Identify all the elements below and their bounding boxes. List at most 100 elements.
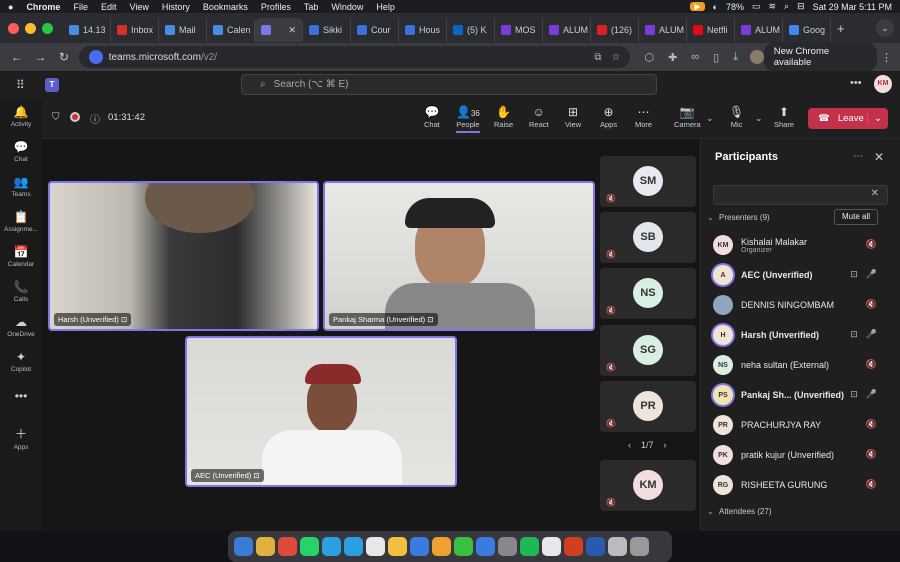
user-avatar[interactable]: KM — [874, 75, 892, 93]
browser-tab[interactable]: (126) — [591, 18, 639, 42]
participant-card[interactable]: KM 🔇 — [600, 460, 696, 511]
dock-app-icon[interactable] — [278, 537, 297, 556]
leave-button[interactable]: ☎ Leave ⌄ — [808, 108, 888, 129]
menu-profiles[interactable]: Profiles — [261, 2, 291, 12]
dock-app-icon[interactable] — [498, 537, 517, 556]
browser-tab[interactable]: (5) K — [447, 18, 495, 42]
control-center-icon[interactable]: ⊟ — [797, 1, 805, 12]
participant-card[interactable]: SM 🔇 — [600, 156, 696, 207]
browser-tab[interactable]: ALUM — [735, 18, 783, 42]
apps-button[interactable]: ⊕ Apps — [600, 105, 617, 129]
panel-more-icon[interactable]: ⋯ — [853, 151, 863, 162]
app-menu-chrome[interactable]: Chrome — [26, 2, 60, 12]
participant-row[interactable]: PK pratik kujur (Unverified) 🔇 — [713, 441, 893, 469]
raise-hand-button[interactable]: ✋ Raise — [494, 105, 513, 129]
minimize-window-button[interactable] — [25, 22, 36, 34]
leave-options-chevron-icon[interactable]: ⌄ — [867, 113, 888, 124]
participant-row[interactable]: DENNIS NINGOMBAM 🔇 — [713, 291, 893, 319]
browser-tab[interactable]: ✕ — [255, 18, 303, 42]
react-button[interactable]: ☺ React — [529, 105, 549, 129]
rail-item-onedrive[interactable]: ☁ OneDrive — [0, 309, 42, 344]
new-chrome-available-button[interactable]: New Chrome available — [763, 42, 877, 72]
tab-close-icon[interactable]: ✕ — [288, 25, 296, 36]
rail-item-calls[interactable]: 📞 Calls — [0, 274, 42, 309]
browser-tab[interactable]: ALUM — [639, 18, 687, 42]
participant-card[interactable]: NS 🔇 — [600, 268, 696, 319]
attendees-header[interactable]: Attendees (27) — [719, 507, 771, 516]
menu-window[interactable]: Window — [331, 2, 363, 12]
app-launcher-icon[interactable]: ⠿ — [16, 78, 25, 92]
participant-row[interactable]: KM Kishalai Malakar Organizer 🔇 — [713, 231, 893, 259]
participant-row[interactable]: PS Pankaj Sh... (Unverified) ⊡ 🎤 — [713, 381, 893, 409]
dock-app-icon[interactable] — [542, 537, 561, 556]
participant-row[interactable]: PR PRACHURJYA RAY 🔇 — [713, 411, 893, 439]
mic-muted-icon[interactable]: 🔇 — [866, 419, 877, 430]
mic-options-chevron-icon[interactable]: ⌄ — [755, 113, 763, 124]
screen-share-indicator-icon[interactable]: ▶ — [690, 2, 705, 11]
presenters-header[interactable]: Presenters (9) — [719, 213, 770, 222]
menu-help[interactable]: Help — [376, 2, 395, 12]
more-button[interactable]: ⋯ More — [635, 105, 652, 129]
attendees-collapse-icon[interactable]: ⌄ — [707, 507, 714, 516]
participant-card[interactable]: SG 🔇 — [600, 325, 696, 376]
mic-on-icon[interactable]: 🎤 — [866, 389, 877, 400]
browser-tab[interactable]: MOS — [495, 18, 543, 42]
dock-app-icon[interactable] — [256, 537, 275, 556]
page-prev-icon[interactable]: ‹ — [628, 440, 631, 450]
teams-search-input[interactable]: ⌕ Search (⌥ ⌘ E) — [241, 74, 657, 95]
browser-tab[interactable]: Netfli — [687, 18, 735, 42]
share-button[interactable]: ⬆ Share — [774, 105, 794, 129]
zoom-window-button[interactable] — [42, 22, 53, 34]
mute-all-button[interactable]: Mute all — [834, 209, 878, 225]
menu-edit[interactable]: Edit — [101, 2, 117, 12]
mic-on-icon[interactable]: 🎤 — [866, 269, 877, 280]
dock-app-icon[interactable] — [564, 537, 583, 556]
settings-more-icon[interactable]: ••• — [850, 77, 862, 89]
people-button[interactable]: 👤36 People — [456, 105, 480, 133]
camera-options-chevron-icon[interactable]: ⌄ — [706, 113, 714, 124]
participant-row[interactable]: H Harsh (Unverified) ⊡ 🎤 — [713, 321, 893, 349]
sidepanel-icon[interactable]: ▯ — [713, 51, 719, 64]
mic-muted-icon[interactable]: 🔇 — [866, 479, 877, 490]
menu-tab[interactable]: Tab — [304, 2, 319, 12]
camera-button[interactable]: 📷 Camera — [674, 105, 701, 129]
menu-file[interactable]: File — [73, 2, 88, 12]
dock-app-icon[interactable] — [300, 537, 319, 556]
dock-app-icon[interactable] — [608, 537, 627, 556]
dock-app-icon[interactable] — [410, 537, 429, 556]
mic-muted-icon[interactable]: 🔇 — [866, 299, 877, 310]
chrome-menu-icon[interactable]: ⋮ — [881, 51, 892, 64]
menu-view[interactable]: View — [129, 2, 148, 12]
extension-icon[interactable]: ⬡ — [644, 51, 654, 64]
recording-icon[interactable] — [70, 112, 80, 122]
browser-tab[interactable]: 14.13 — [63, 18, 111, 42]
dock-app-icon[interactable] — [520, 537, 539, 556]
forward-button[interactable]: → — [32, 50, 50, 64]
mic-muted-icon[interactable]: 🔇 — [866, 239, 877, 250]
dock-app-icon[interactable] — [366, 537, 385, 556]
extensions-puzzle-icon[interactable]: ✚ — [668, 51, 677, 64]
rail-item-activity[interactable]: 🔔 Activity — [0, 99, 42, 134]
dock-app-icon[interactable] — [234, 537, 253, 556]
rail-item-teams[interactable]: 👥 Teams — [0, 169, 42, 204]
back-button[interactable]: ← — [8, 50, 26, 64]
rail-item-apps[interactable]: ＋ Apps — [0, 420, 42, 455]
participant-row[interactable]: A AEC (Unverified) ⊡ 🎤 — [713, 261, 893, 289]
participant-row[interactable]: RG RISHEETA GURUNG 🔇 — [713, 471, 893, 499]
menubar-clock[interactable]: Sat 29 Mar 5:11 PM — [813, 2, 892, 12]
spotlight-icon[interactable]: ⌕ — [784, 1, 789, 12]
dock-app-icon[interactable] — [344, 537, 363, 556]
browser-tab[interactable]: Cour — [351, 18, 399, 42]
site-info-icon[interactable] — [88, 50, 103, 64]
cast-icon[interactable]: ⧉ — [594, 52, 601, 63]
view-button[interactable]: ⊞ View — [565, 105, 581, 129]
profile-avatar[interactable] — [750, 50, 764, 64]
close-window-button[interactable] — [8, 22, 19, 34]
browser-tab[interactable]: Sikki — [303, 18, 351, 42]
bookmark-star-icon[interactable]: ☆ — [612, 52, 621, 63]
battery-icon[interactable]: ▭ — [752, 1, 761, 12]
menu-history[interactable]: History — [162, 2, 190, 12]
shield-icon[interactable]: ⛉ — [52, 112, 60, 123]
new-tab-button[interactable]: + — [837, 21, 845, 36]
tab-search-chevron-icon[interactable]: ⌄ — [876, 19, 894, 37]
